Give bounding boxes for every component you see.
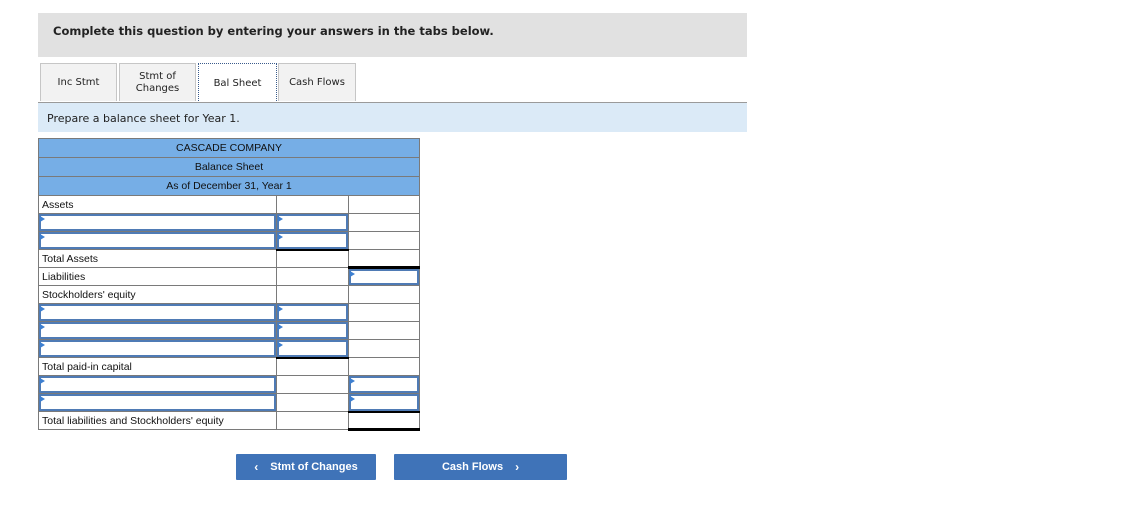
assets-heading: Assets <box>38 195 277 214</box>
table-row: Total liabilities and Stockholders' equi… <box>38 410 420 431</box>
table-row <box>38 339 420 358</box>
table-row <box>38 303 420 322</box>
prev-stmt-of-changes-button[interactable]: ‹ Stmt of Changes <box>236 454 376 480</box>
tab-bal-sheet[interactable]: Bal Sheet <box>198 63 277 103</box>
instruction-text: Prepare a balance sheet for Year 1. <box>47 112 240 125</box>
table-row: Total paid-in capital <box>38 356 420 376</box>
table-row: Liabilities <box>38 266 420 286</box>
table-row <box>38 231 420 250</box>
equity-1-label-input[interactable] <box>38 303 277 322</box>
total-assets-label: Total Assets <box>38 249 277 268</box>
extra-1-label-input[interactable] <box>38 375 277 394</box>
equity-2-label-input[interactable] <box>38 321 277 340</box>
extra-2-amount-input[interactable] <box>348 393 420 412</box>
instructions-banner: Complete this question by entering your … <box>38 13 747 57</box>
equity-2-amount-input[interactable] <box>276 321 349 340</box>
statement-title: Balance Sheet <box>38 157 420 177</box>
equity-3-label-input[interactable] <box>38 339 277 358</box>
tab-inc-stmt[interactable]: Inc Stmt <box>40 63 117 101</box>
balance-sheet-table: CASCADE COMPANY Balance Sheet As of Dece… <box>38 138 420 431</box>
extra-2-label-input[interactable] <box>38 393 277 412</box>
banner-text: Complete this question by entering your … <box>53 24 494 38</box>
chevron-left-icon: ‹ <box>254 460 259 474</box>
equity-3-amount-input[interactable] <box>276 339 349 358</box>
instruction-bar: Prepare a balance sheet for Year 1. <box>38 103 747 132</box>
table-row: Assets <box>38 195 420 214</box>
total-paid-in-capital-label: Total paid-in capital <box>38 357 277 376</box>
extra-1-amount-input[interactable] <box>348 375 420 394</box>
table-row <box>38 393 420 412</box>
liabilities-label: Liabilities <box>38 267 277 286</box>
table-row <box>38 213 420 232</box>
liabilities-amount-input[interactable] <box>348 266 420 286</box>
table-row: Stockholders' equity <box>38 285 420 304</box>
table-row: Total Assets <box>38 248 420 268</box>
asset-1-label-input[interactable] <box>38 213 277 232</box>
statement-date: As of December 31, Year 1 <box>38 176 420 196</box>
table-row <box>38 375 420 394</box>
asset-2-label-input[interactable] <box>38 231 277 250</box>
company-name: CASCADE COMPANY <box>38 138 420 158</box>
table-row <box>38 321 420 340</box>
total-liabilities-equity-amount <box>348 410 420 431</box>
tab-stmt-of-changes[interactable]: Stmt of Changes <box>119 63 196 101</box>
equity-heading: Stockholders' equity <box>38 285 277 304</box>
asset-2-amount-input[interactable] <box>276 231 349 250</box>
equity-1-amount-input[interactable] <box>276 303 349 322</box>
next-cash-flows-button[interactable]: Cash Flows › <box>394 454 567 480</box>
total-liabilities-equity-label: Total liabilities and Stockholders' equi… <box>38 411 277 430</box>
chevron-right-icon: › <box>515 460 520 474</box>
tab-cash-flows[interactable]: Cash Flows <box>278 63 356 101</box>
asset-1-amount-input[interactable] <box>276 213 349 232</box>
